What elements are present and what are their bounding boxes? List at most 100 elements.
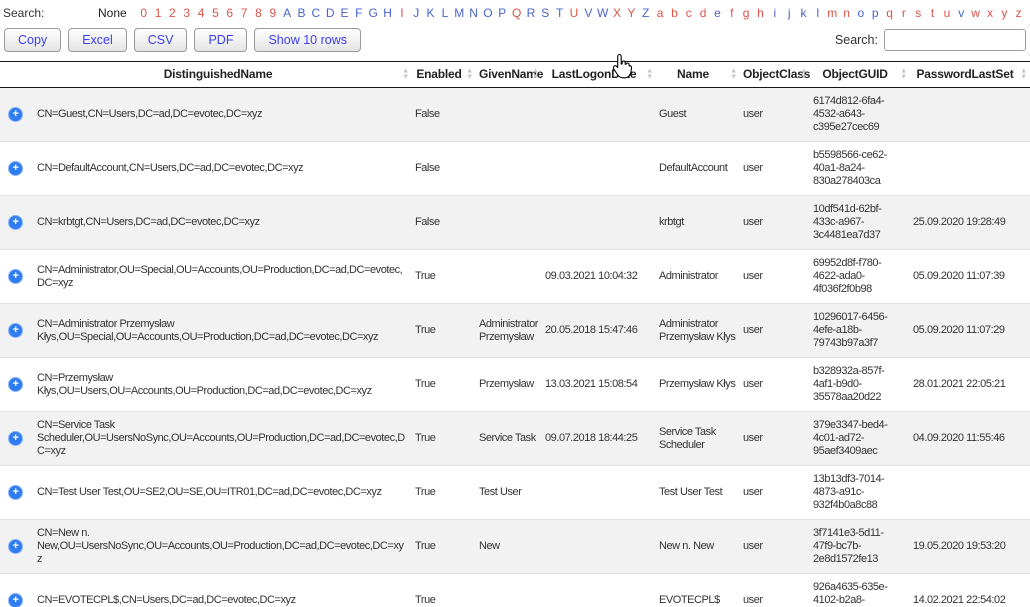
alphabet-letter-9[interactable]: 9 (266, 6, 280, 20)
alphabet-letter-f[interactable]: f (725, 6, 739, 20)
column-header-objectclass[interactable]: ObjectClass▲▼ (740, 62, 810, 88)
users-table: DistinguishedName▲▼Enabled▲▼GivenName▲▼L… (0, 61, 1030, 607)
alphabet-search-bar: Search: None 0123456789ABCDEFGHIJKLMNOPQ… (0, 0, 1030, 20)
alphabet-letter-l[interactable]: l (811, 6, 825, 20)
expand-row-icon[interactable]: + (8, 377, 23, 392)
alphabet-letter-j[interactable]: j (782, 6, 796, 20)
alphabet-letter-G[interactable]: G (366, 6, 380, 20)
alphabet-letter-0[interactable]: 0 (137, 6, 151, 20)
alphabet-letter-A[interactable]: A (280, 6, 294, 20)
alphabet-letter-2[interactable]: 2 (165, 6, 179, 20)
alphabet-letter-b[interactable]: b (667, 6, 681, 20)
alphabet-letter-K[interactable]: K (424, 6, 438, 20)
alphabet-letter-8[interactable]: 8 (251, 6, 265, 20)
alphabet-letter-a[interactable]: a (653, 6, 667, 20)
alphabet-letter-5[interactable]: 5 (208, 6, 222, 20)
alphabet-letter-v[interactable]: v (954, 6, 968, 20)
expand-row-icon[interactable]: + (8, 107, 23, 122)
alphabet-letter-o[interactable]: o (854, 6, 868, 20)
alphabet-letter-w[interactable]: w (969, 6, 983, 20)
alphabet-letter-r[interactable]: r (897, 6, 911, 20)
cell-lastlogondate (542, 466, 656, 520)
cell-passwordlastset (910, 142, 1030, 196)
expand-row-icon[interactable]: + (8, 215, 23, 230)
alphabet-letter-z[interactable]: z (1012, 6, 1026, 20)
alphabet-letter-T[interactable]: T (553, 6, 567, 20)
expand-row-icon[interactable]: + (8, 431, 23, 446)
alphabet-search-label: Search: (3, 6, 98, 20)
alphabet-letter-t[interactable]: t (926, 6, 940, 20)
alphabet-letter-P[interactable]: P (495, 6, 509, 20)
alphabet-letter-u[interactable]: u (940, 6, 954, 20)
alphabet-letter-k[interactable]: k (797, 6, 811, 20)
expand-row-icon[interactable]: + (8, 161, 23, 176)
expand-row-icon[interactable]: + (8, 485, 23, 500)
alphabet-letter-Z[interactable]: Z (639, 6, 653, 20)
cell-objectclass: user (740, 358, 810, 412)
alphabet-letter-Q[interactable]: Q (510, 6, 524, 20)
alphabet-letter-h[interactable]: h (753, 6, 767, 20)
alphabet-letter-e[interactable]: e (710, 6, 724, 20)
alphabet-letter-M[interactable]: M (452, 6, 466, 20)
alphabet-letter-Y[interactable]: Y (624, 6, 638, 20)
alphabet-letter-D[interactable]: D (323, 6, 337, 20)
column-header-enabled[interactable]: Enabled▲▼ (412, 62, 476, 88)
table-search-input[interactable] (884, 29, 1026, 51)
cell-enabled: True (412, 412, 476, 466)
expand-row-icon[interactable]: + (8, 539, 23, 554)
alphabet-letter-X[interactable]: X (610, 6, 624, 20)
alphabet-filter-none[interactable]: None (98, 6, 127, 20)
alphabet-letter-7[interactable]: 7 (237, 6, 251, 20)
alphabet-letter-B[interactable]: B (294, 6, 308, 20)
expand-row-icon[interactable]: + (8, 323, 23, 338)
alphabet-letter-p[interactable]: p (868, 6, 882, 20)
alphabet-letter-g[interactable]: g (739, 6, 753, 20)
cell-name: New n. New (656, 520, 740, 574)
alphabet-letter-S[interactable]: S (538, 6, 552, 20)
alphabet-letter-m[interactable]: m (825, 6, 839, 20)
alphabet-letter-C[interactable]: C (309, 6, 323, 20)
excel-button[interactable]: Excel (68, 28, 127, 52)
alphabet-letter-W[interactable]: W (596, 6, 610, 20)
alphabet-letter-x[interactable]: x (983, 6, 997, 20)
sort-arrows-icon: ▲▼ (646, 68, 653, 81)
column-header-passwordlastset[interactable]: PasswordLastSet▲▼ (910, 62, 1030, 88)
alphabet-letter-E[interactable]: E (338, 6, 352, 20)
alphabet-letter-I[interactable]: I (395, 6, 409, 20)
alphabet-letter-J[interactable]: J (409, 6, 423, 20)
alphabet-letter-q[interactable]: q (883, 6, 897, 20)
alphabet-letter-F[interactable]: F (352, 6, 366, 20)
alphabet-letter-1[interactable]: 1 (151, 6, 165, 20)
expand-row-icon[interactable]: + (8, 593, 23, 607)
column-header-distinguishedname[interactable]: DistinguishedName▲▼ (34, 62, 412, 88)
alphabet-letter-s[interactable]: s (911, 6, 925, 20)
alphabet-letter-V[interactable]: V (581, 6, 595, 20)
column-header-givenname[interactable]: GivenName▲▼ (476, 62, 542, 88)
copy-button[interactable]: Copy (4, 28, 61, 52)
alphabet-letter-d[interactable]: d (696, 6, 710, 20)
column-header-objectguid[interactable]: ObjectGUID▲▼ (810, 62, 910, 88)
alphabet-letter-N[interactable]: N (467, 6, 481, 20)
alphabet-letter-L[interactable]: L (438, 6, 452, 20)
column-header-name[interactable]: Name▲▼ (656, 62, 740, 88)
cell-name: Przemysław Kłys (656, 358, 740, 412)
column-header-lastlogondate[interactable]: LastLogonDate▲▼ (542, 62, 656, 88)
alphabet-letter-U[interactable]: U (567, 6, 581, 20)
alphabet-letter-R[interactable]: R (524, 6, 538, 20)
expand-row-icon[interactable]: + (8, 269, 23, 284)
cell-lastlogondate (542, 196, 656, 250)
alphabet-letter-i[interactable]: i (768, 6, 782, 20)
pdf-button[interactable]: PDF (194, 28, 247, 52)
row-control-cell: + (0, 574, 34, 607)
csv-button[interactable]: CSV (134, 28, 188, 52)
alphabet-letter-6[interactable]: 6 (223, 6, 237, 20)
alphabet-letter-y[interactable]: y (997, 6, 1011, 20)
cell-dn: CN=Przemysław Kłys,OU=Users,OU=Accounts,… (34, 358, 412, 412)
alphabet-letter-3[interactable]: 3 (180, 6, 194, 20)
alphabet-letter-O[interactable]: O (481, 6, 495, 20)
alphabet-letter-c[interactable]: c (682, 6, 696, 20)
show-10-rows-button[interactable]: Show 10 rows (254, 28, 361, 52)
alphabet-letter-n[interactable]: n (840, 6, 854, 20)
alphabet-letter-4[interactable]: 4 (194, 6, 208, 20)
alphabet-letter-H[interactable]: H (381, 6, 395, 20)
